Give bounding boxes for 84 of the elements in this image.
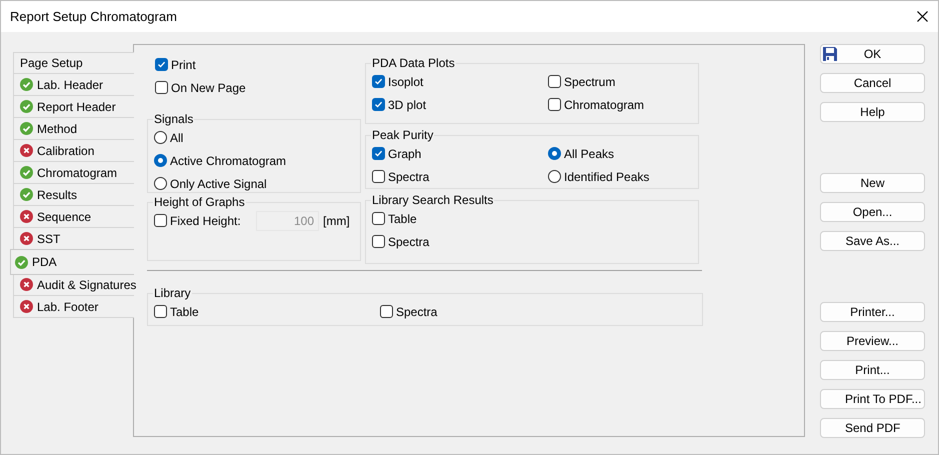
check-icon — [20, 188, 33, 201]
group-title: Height of Graphs — [153, 195, 246, 209]
checkbox-label: Chromatogram — [564, 98, 644, 112]
window-title: Report Setup Chromatogram — [10, 9, 177, 24]
radio-button[interactable] — [154, 177, 167, 190]
checkbox-label: On New Page — [171, 80, 246, 94]
checkbox[interactable] — [548, 98, 561, 111]
dialog-button[interactable]: Preview... — [820, 331, 925, 351]
radio-button[interactable] — [154, 131, 167, 144]
error-icon — [20, 144, 33, 157]
checkmark-icon — [374, 77, 383, 86]
checkbox[interactable] — [372, 212, 385, 225]
dialog-button[interactable]: Save As... — [820, 231, 925, 251]
dialog-button[interactable]: Open... — [820, 202, 925, 222]
checkbox[interactable] — [372, 98, 385, 111]
group-title: Library Search Results — [371, 193, 494, 207]
checkbox-label: 3D plot — [388, 98, 426, 112]
checkbox[interactable] — [154, 305, 167, 318]
tab[interactable]: Audit & Signatures — [13, 274, 134, 296]
check-icon — [15, 256, 28, 268]
radio-label: All — [170, 130, 184, 144]
checkbox[interactable] — [155, 58, 168, 71]
group-title: Library — [153, 286, 192, 300]
tab[interactable]: Page Setup — [13, 52, 134, 74]
error-icon — [20, 232, 33, 245]
checkmark-icon — [374, 100, 383, 109]
checkbox[interactable] — [372, 235, 385, 248]
checkbox[interactable] — [548, 75, 561, 88]
checkbox[interactable] — [155, 81, 168, 94]
tab[interactable]: Chromatogram — [13, 162, 134, 184]
unit-label: [mm] — [323, 214, 350, 228]
dialog-button[interactable]: Printer... — [820, 302, 925, 322]
radio-label: Active Chromatogram — [170, 154, 286, 168]
checkbox-label: Table — [388, 212, 417, 226]
tab[interactable]: Sequence — [13, 206, 134, 228]
checkmark-icon — [374, 149, 383, 158]
dialog-button[interactable]: New — [820, 173, 925, 193]
checkbox[interactable] — [372, 147, 385, 160]
dialog-button[interactable]: Cancel — [820, 73, 925, 93]
checkbox-label: Print — [171, 58, 196, 72]
checkmark-icon — [157, 60, 166, 69]
checkbox-label: Spectrum — [564, 74, 616, 88]
checkbox[interactable] — [372, 75, 385, 88]
error-icon — [20, 300, 33, 313]
radio-label: Identified Peaks — [564, 170, 650, 184]
error-icon — [20, 210, 33, 223]
tab[interactable]: Lab. Header — [13, 74, 134, 96]
check-icon — [20, 122, 33, 135]
checkbox-label: Isoplot — [388, 74, 424, 88]
checkbox-label: Table — [170, 304, 199, 318]
save-icon — [823, 47, 837, 61]
radio-button[interactable] — [548, 147, 561, 160]
dialog-button[interactable]: OK — [820, 44, 925, 64]
tab[interactable]: Method — [13, 118, 134, 140]
checkbox[interactable] — [154, 214, 167, 227]
radio-button[interactable] — [154, 154, 167, 167]
radio-label: Only Active Signal — [170, 176, 267, 190]
group-title: PDA Data Plots — [371, 56, 456, 70]
checkbox[interactable] — [380, 305, 393, 318]
checkbox-label: Graph — [388, 146, 422, 160]
tab[interactable]: Calibration — [13, 140, 134, 162]
checkbox-label: Spectra — [388, 170, 430, 184]
checkbox-label: Spectra — [388, 234, 430, 248]
checkbox-label: Fixed Height: — [170, 214, 241, 228]
dialog-button[interactable]: Print... — [820, 360, 925, 380]
tab[interactable]: SST — [13, 228, 134, 250]
group-title: Peak Purity — [371, 128, 434, 142]
tab[interactable]: Report Header — [13, 96, 134, 118]
tab[interactable]: Results — [13, 184, 134, 206]
group-title: Signals — [153, 112, 194, 126]
close-icon[interactable] — [917, 11, 928, 22]
checkbox-label: Spectra — [396, 304, 438, 318]
check-icon — [20, 78, 33, 91]
error-icon — [20, 278, 33, 291]
check-icon — [20, 166, 33, 179]
radio-label: All Peaks — [564, 146, 614, 160]
radio-button[interactable] — [548, 170, 561, 183]
dialog-button[interactable]: Help — [820, 102, 925, 122]
dialog-button[interactable]: Send PDF — [820, 418, 925, 438]
tab[interactable]: Lab. Footer — [13, 296, 134, 318]
tab[interactable]: PDA — [10, 249, 134, 275]
check-icon — [20, 100, 33, 113]
checkbox[interactable] — [372, 170, 385, 183]
dialog-button[interactable]: Print To PDF... — [820, 389, 925, 409]
